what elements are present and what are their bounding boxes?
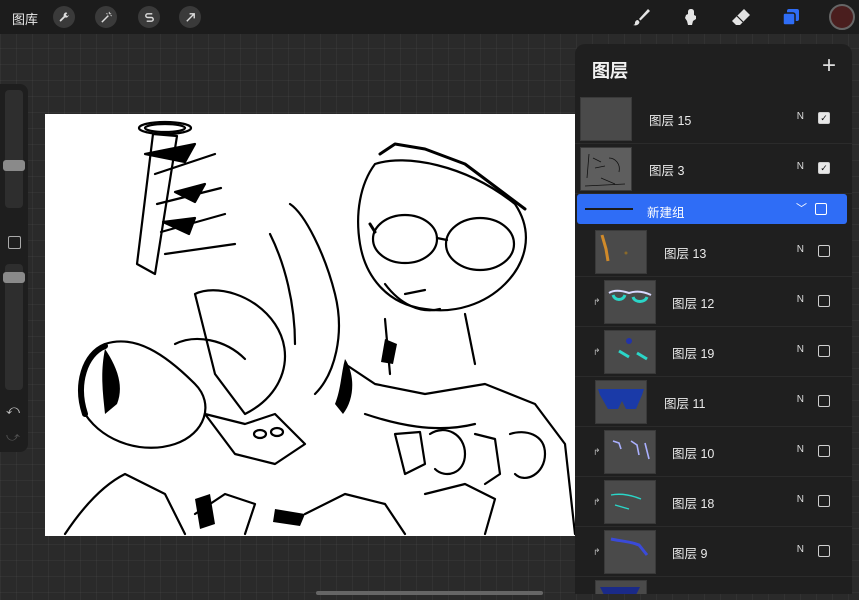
blend-mode-button[interactable]: N xyxy=(797,111,804,122)
blend-mode-button[interactable]: N xyxy=(797,444,804,455)
layers-title: 图层 xyxy=(592,61,628,81)
left-sidebar: ⤺ ⤻ xyxy=(0,84,28,452)
layer-item[interactable]: ↱ 图层 10 N xyxy=(575,427,852,477)
clipping-mask-icon: ↱ xyxy=(593,347,601,357)
blend-mode-button[interactable]: N xyxy=(797,394,804,405)
layer-thumbnail xyxy=(580,147,632,191)
layer-name: 图层 19 xyxy=(672,347,715,361)
layer-item[interactable]: ↱ 图层 9 N xyxy=(575,527,852,577)
blend-mode-button[interactable]: N xyxy=(797,544,804,555)
clipping-mask-icon: ↱ xyxy=(593,297,601,307)
visibility-checkbox[interactable] xyxy=(818,495,830,507)
chevron-down-icon[interactable]: ﹀ xyxy=(796,200,807,216)
visibility-checkbox[interactable] xyxy=(818,345,830,357)
plus-icon[interactable]: + xyxy=(822,52,836,80)
redo-icon[interactable]: ⤻ xyxy=(6,429,20,445)
opacity-thumb[interactable] xyxy=(3,272,25,283)
group-name: 新建组 xyxy=(647,206,685,220)
layer-thumbnail xyxy=(604,480,656,524)
undo-icon[interactable]: ⤺ xyxy=(6,402,20,418)
magic-wand-icon[interactable] xyxy=(95,6,117,28)
layers-icon[interactable] xyxy=(778,4,804,30)
wrench-icon[interactable] xyxy=(53,6,75,28)
group-icon xyxy=(585,208,633,210)
brush-size-slider[interactable] xyxy=(5,90,23,208)
layer-group[interactable]: 新建组 ﹀ xyxy=(577,194,847,224)
selection-icon[interactable] xyxy=(138,6,160,28)
layer-name: 图层 13 xyxy=(664,247,707,261)
brush-size-thumb[interactable] xyxy=(3,160,25,171)
clipping-mask-icon: ↱ xyxy=(593,497,601,507)
layers-panel: 图层 + 图层 15 N ✓ 图层 3 N ✓ 新建组 ﹀ 图层 13 N ↱ … xyxy=(575,44,852,594)
layer-item[interactable]: ↱ 图层 18 N xyxy=(575,477,852,527)
layer-thumbnail xyxy=(604,280,656,324)
visibility-checkbox[interactable]: ✓ xyxy=(818,112,830,124)
modify-button[interactable] xyxy=(8,236,21,249)
layer-name: 图层 9 xyxy=(672,547,708,561)
blend-mode-button[interactable]: N xyxy=(797,294,804,305)
blend-mode-button[interactable]: N xyxy=(797,244,804,255)
layer-item[interactable] xyxy=(575,577,852,594)
layer-name: 图层 15 xyxy=(649,114,692,128)
eraser-icon[interactable] xyxy=(728,4,754,30)
layer-thumbnail xyxy=(595,230,647,274)
clipping-mask-icon: ↱ xyxy=(593,547,601,557)
layer-item[interactable]: 图层 11 N xyxy=(575,377,852,427)
layer-item[interactable]: ↱ 图层 19 N xyxy=(575,327,852,377)
layer-item[interactable]: ↱ 图层 12 N xyxy=(575,277,852,327)
drawing-canvas[interactable] xyxy=(45,114,575,536)
blend-mode-button[interactable]: N xyxy=(797,494,804,505)
layer-thumbnail xyxy=(604,530,656,574)
visibility-checkbox[interactable] xyxy=(818,395,830,407)
layer-item[interactable]: 图层 13 N xyxy=(575,227,852,277)
layer-thumbnail xyxy=(604,430,656,474)
gallery-button[interactable]: 图库 xyxy=(12,9,38,28)
color-picker-button[interactable] xyxy=(829,4,855,30)
layer-name: 图层 11 xyxy=(664,397,706,411)
brush-icon[interactable] xyxy=(628,4,654,30)
home-indicator xyxy=(316,591,543,595)
smudge-icon[interactable] xyxy=(677,4,703,30)
visibility-checkbox[interactable] xyxy=(818,445,830,457)
visibility-checkbox[interactable] xyxy=(818,545,830,557)
blend-mode-button[interactable]: N xyxy=(797,344,804,355)
layer-thumbnail xyxy=(595,580,647,594)
layer-item[interactable]: 图层 15 N ✓ xyxy=(575,94,852,144)
layer-list: 图层 15 N ✓ 图层 3 N ✓ 新建组 ﹀ 图层 13 N ↱ 图层 12… xyxy=(575,94,852,594)
clipping-mask-icon: ↱ xyxy=(593,447,601,457)
layer-thumbnail xyxy=(604,330,656,374)
visibility-checkbox[interactable] xyxy=(815,203,827,215)
line-art-illustration xyxy=(63,120,575,536)
transform-arrow-icon[interactable] xyxy=(179,6,201,28)
blend-mode-button[interactable]: N xyxy=(797,161,804,172)
layer-name: 图层 3 xyxy=(649,164,685,178)
layer-name: 图层 10 xyxy=(672,447,715,461)
layer-thumbnail xyxy=(595,380,647,424)
visibility-checkbox[interactable]: ✓ xyxy=(818,162,830,174)
visibility-checkbox[interactable] xyxy=(818,295,830,307)
layer-name: 图层 18 xyxy=(672,497,715,511)
layer-thumbnail xyxy=(580,97,632,141)
layer-item[interactable]: 图层 3 N ✓ xyxy=(575,144,852,194)
top-toolbar: 图库 xyxy=(0,0,859,34)
layer-name: 图层 12 xyxy=(672,297,715,311)
visibility-checkbox[interactable] xyxy=(818,245,830,257)
